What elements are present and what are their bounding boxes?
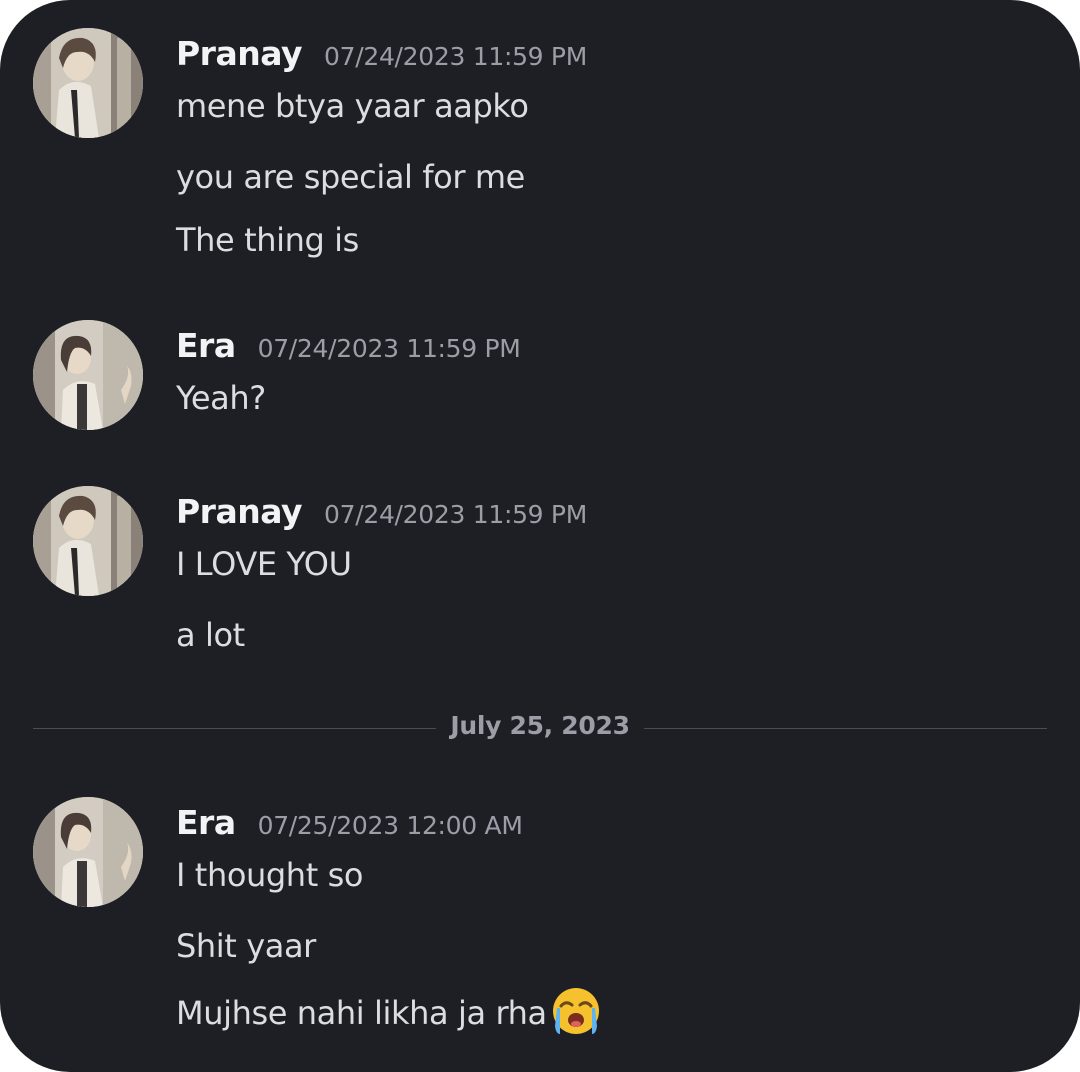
- message-timestamp: 07/25/2023 12:00 AM: [257, 811, 523, 840]
- divider-line: [644, 728, 1047, 729]
- username[interactable]: Era: [176, 326, 236, 365]
- avatar-boy-icon[interactable]: [33, 486, 143, 596]
- avatar-boy-icon[interactable]: [33, 28, 143, 138]
- message-timestamp: 07/24/2023 11:59 PM: [324, 500, 587, 529]
- loudly-crying-face-emoji-icon: [551, 986, 601, 1036]
- username[interactable]: Era: [176, 803, 236, 842]
- chat-panel: Pranay 07/24/2023 11:59 PM mene btya yaa…: [0, 0, 1080, 1072]
- avatar-girl-icon[interactable]: [33, 320, 143, 430]
- message-text: a lot: [176, 616, 245, 654]
- message-text: Yeah?: [176, 379, 266, 417]
- message-text-with-emoji: Mujhse nahi likha ja rha: [176, 986, 601, 1036]
- message-text: Mujhse nahi likha ja rha: [176, 994, 547, 1032]
- avatar-girl-icon[interactable]: [33, 797, 143, 907]
- message-text: I thought so: [176, 856, 364, 894]
- message-text: Shit yaar: [176, 927, 316, 965]
- message-timestamp: 07/24/2023 11:59 PM: [324, 42, 587, 71]
- date-divider: July 25, 2023: [33, 711, 1047, 740]
- message-text: I LOVE YOU: [176, 545, 352, 583]
- username[interactable]: Pranay: [176, 34, 303, 73]
- message-timestamp: 07/24/2023 11:59 PM: [257, 334, 521, 363]
- date-divider-label: July 25, 2023: [450, 711, 630, 740]
- message-text: The thing is: [176, 221, 359, 259]
- message-text: mene btya yaar aapko: [176, 87, 529, 125]
- username[interactable]: Pranay: [176, 492, 303, 531]
- message-text: you are special for me: [176, 158, 525, 196]
